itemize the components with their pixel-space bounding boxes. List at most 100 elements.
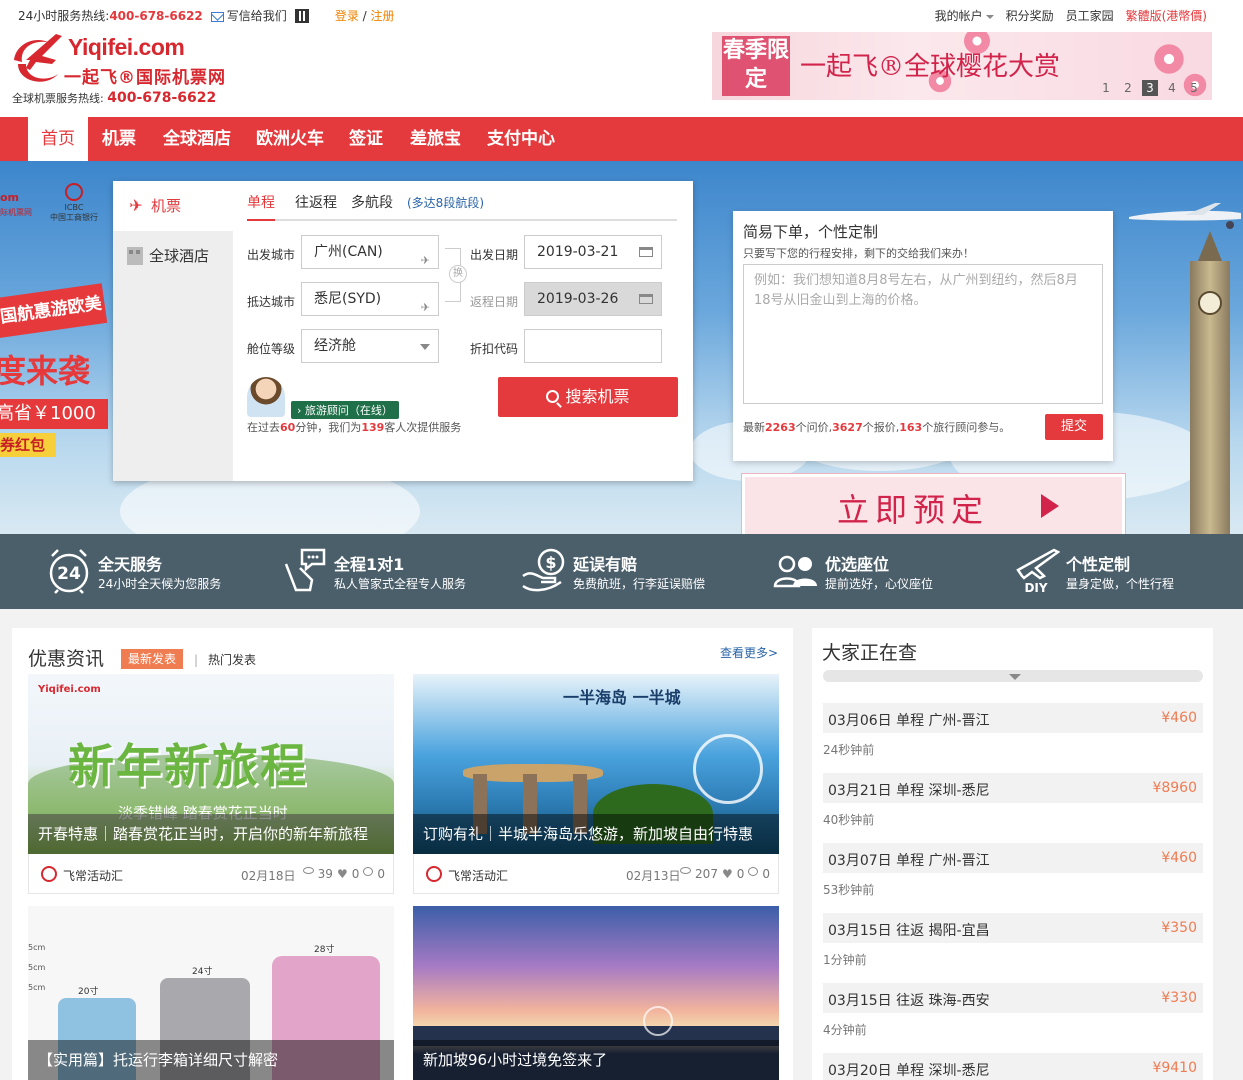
advisor-stats: 在过去60分钟，我们为139客人次提供服务 — [247, 421, 462, 434]
top-bar: 24小时服务热线: 400-678-6622 写信给我们 登录 / 注册 我的帐… — [0, 0, 1243, 28]
qr-code-icon[interactable] — [294, 8, 309, 23]
top-ad-banner[interactable]: 春季限定 一起飞®全球樱花大赏 1 2 3 4 5 — [712, 32, 1212, 100]
heart-icon: ♥ — [721, 867, 733, 881]
query-price: ¥9410 — [1152, 1060, 1197, 1076]
queries-title: 大家正在查 — [822, 642, 918, 664]
banner-page-5[interactable]: 5 — [1186, 80, 1202, 96]
submit-button[interactable]: 提交 — [1045, 414, 1103, 440]
banner-page-1[interactable]: 1 — [1098, 80, 1114, 96]
nav-visa[interactable]: 签证 — [349, 117, 383, 161]
airplane-image — [1129, 203, 1241, 229]
nav-home[interactable]: 首页 — [28, 117, 88, 161]
mail-link[interactable]: 写信给我们 — [210, 7, 287, 24]
news-stats: 39 ♥ 0 0 — [302, 867, 385, 881]
banner-tag: 春季限定 — [722, 36, 790, 96]
news-card-meta: 飞常活动汇 02月13日 207 ♥ 0 0 — [413, 854, 779, 894]
news-card[interactable]: Yiqifei.com 新年新旅程 淡季错峰 踏春赏花正当时 开春特惠｜踏春赏花… — [28, 674, 394, 894]
nav-payment[interactable]: 支付中心 — [487, 117, 555, 161]
traditional-version-link[interactable]: 繁體版(港幣價) — [1126, 7, 1207, 24]
query-row[interactable]: 03月06日 单程 广州-晋江 ¥460 24秒钟前 — [823, 703, 1203, 759]
queries-scroll-toggle[interactable] — [823, 670, 1203, 682]
tab-one-way[interactable]: 单程 — [247, 193, 275, 221]
register-link[interactable]: 注册 — [371, 9, 395, 23]
nav-business-travel[interactable]: 差旅宝 — [410, 117, 461, 161]
news-card-caption: 开春特惠｜踏春赏花正当时，开启你的新年新旅程 — [28, 814, 394, 854]
from-city-field[interactable]: 广州(CAN) ✈ — [301, 235, 439, 269]
building-icon — [127, 247, 143, 265]
avatar — [247, 377, 285, 417]
icbc-logo: ICBC 中国工商银行 — [50, 183, 98, 223]
news-card[interactable]: 一半海岛 一半城 订购有礼｜半城半海岛乐悠游，新加坡自由行特惠 飞常活动汇 02… — [413, 674, 779, 894]
query-row[interactable]: 03月15日 往返 揭阳-宜昌 ¥350 1分钟前 — [823, 913, 1203, 969]
landing-icon: ✈ — [420, 301, 430, 314]
promo-left-banner[interactable]: om 际机票网 ICBC 中国工商银行 国航惠游欧美 度来袭 高省￥1000 券… — [0, 161, 115, 534]
staff-link[interactable]: 员工家园 — [1066, 7, 1114, 24]
tab-multi-city[interactable]: 多航段 — [351, 193, 393, 221]
tab-latest[interactable]: 最新发表 — [121, 649, 184, 669]
money-bag-icon: $ — [522, 548, 565, 592]
news-card-image: 新加坡96小时过境免签来了 — [413, 906, 779, 1080]
to-city-field[interactable]: 悉尼(SYD) ✈ — [301, 282, 439, 316]
discount-code-field[interactable] — [524, 329, 662, 363]
cabin-label: 舱位等级 — [247, 342, 296, 356]
return-label: 返程日期 — [470, 295, 519, 309]
view-more-link[interactable]: 查看更多> — [720, 644, 778, 661]
news-card[interactable]: 5cm 5cm 5cm 20寸 24寸 28寸 【实用篇】托运行李箱详细尺寸解密 — [28, 906, 394, 1080]
itinerary-textarea[interactable]: 例如：我们想知道8月8号左右，从广州到纽约，然后8月18号从旧金山到上海的价格。 — [743, 264, 1103, 404]
nav-flights[interactable]: 机票 — [102, 117, 136, 161]
tab-hot[interactable]: 热门发表 — [194, 651, 256, 668]
to-label: 抵达城市 — [247, 295, 296, 309]
tab-round-trip[interactable]: 往返程 — [295, 193, 337, 221]
query-route: 03月20日 单程 深圳-悉尼 — [828, 1063, 990, 1079]
logo-hotline: 全球机票服务热线: 400-678-6622 — [12, 90, 217, 106]
query-row[interactable]: 03月15日 往返 珠海-西安 ¥330 4分钟前 — [823, 983, 1203, 1039]
eye-icon — [302, 867, 314, 874]
return-date-field[interactable]: 2019-03-26 — [524, 282, 662, 316]
site-logo[interactable]: Yiqifei.com 一起飞®国际机票网 全球机票服务热线: 400-678-… — [12, 30, 242, 110]
top-bar-right: 我的帐户 积分奖励 员工家园 繁體版(港幣價) — [935, 7, 1207, 24]
search-category-tabs: ✈ 机票 全球酒店 — [113, 181, 233, 481]
query-row[interactable]: 03月21日 单程 深圳-悉尼 ¥8960 40秒钟前 — [823, 773, 1203, 829]
login-register: 登录 / 注册 — [335, 7, 395, 24]
tab-hotels[interactable]: 全球酒店 — [113, 231, 233, 281]
query-route: 03月21日 单程 深圳-悉尼 — [828, 783, 990, 799]
banner-page-4[interactable]: 4 — [1164, 80, 1180, 96]
swap-button[interactable]: 换 — [449, 265, 467, 283]
hero-banner: om 际机票网 ICBC 中国工商银行 国航惠游欧美 度来袭 高省￥1000 券… — [0, 161, 1243, 534]
banner-pagination: 1 2 3 4 5 — [1098, 80, 1202, 96]
news-card[interactable]: 新加坡96小时过境免签来了 — [413, 906, 779, 1080]
eye-icon — [680, 867, 692, 874]
login-link[interactable]: 登录 — [335, 9, 359, 23]
query-price: ¥8960 — [1152, 780, 1197, 796]
banner-page-2[interactable]: 2 — [1120, 80, 1136, 96]
search-icon — [546, 390, 560, 403]
book-now-banner[interactable]: 立即预定 — [742, 474, 1125, 534]
login-separator: / — [362, 9, 367, 23]
comment-icon — [363, 867, 374, 876]
depart-date-field[interactable]: 2019-03-21 — [524, 235, 662, 269]
query-route: 03月15日 往返 珠海-西安 — [828, 993, 990, 1009]
cabin-select[interactable]: 经济舱 — [301, 329, 439, 363]
news-date: 02月18日 — [241, 869, 296, 883]
search-flights-button[interactable]: 搜索机票 — [498, 377, 678, 417]
calendar-icon — [639, 294, 653, 304]
logo-plane-icon — [14, 34, 62, 82]
query-price: ¥460 — [1161, 850, 1197, 866]
points-link[interactable]: 积分奖励 — [1006, 7, 1054, 24]
tab-flights[interactable]: ✈ 机票 — [113, 181, 233, 231]
banner-page-3[interactable]: 3 — [1142, 80, 1158, 96]
clock-icon — [1198, 291, 1222, 315]
nav-hotels[interactable]: 全球酒店 — [163, 117, 231, 161]
advisor-online-tag[interactable]: › 旅游顾问（在线） — [291, 401, 399, 419]
query-time: 40秒钟前 — [823, 813, 875, 827]
query-price: ¥330 — [1161, 990, 1197, 1006]
hotline-number: 400-678-6622 — [109, 8, 203, 23]
news-date: 02月13日 — [626, 869, 681, 883]
nav-euro-rail[interactable]: 欧洲火车 — [256, 117, 324, 161]
chevron-down-icon — [985, 14, 994, 19]
query-row[interactable]: 03月20日 单程 深圳-悉尼 ¥9410 — [823, 1053, 1203, 1080]
main-nav: 首页 机票 全球酒店 欧洲火车 签证 差旅宝 支付中心 — [0, 117, 1243, 161]
my-account-menu[interactable]: 我的帐户 — [935, 7, 994, 24]
multi-city-note: (多达8段航段) — [407, 196, 484, 210]
query-row[interactable]: 03月07日 单程 广州-晋江 ¥460 53秒钟前 — [823, 843, 1203, 899]
